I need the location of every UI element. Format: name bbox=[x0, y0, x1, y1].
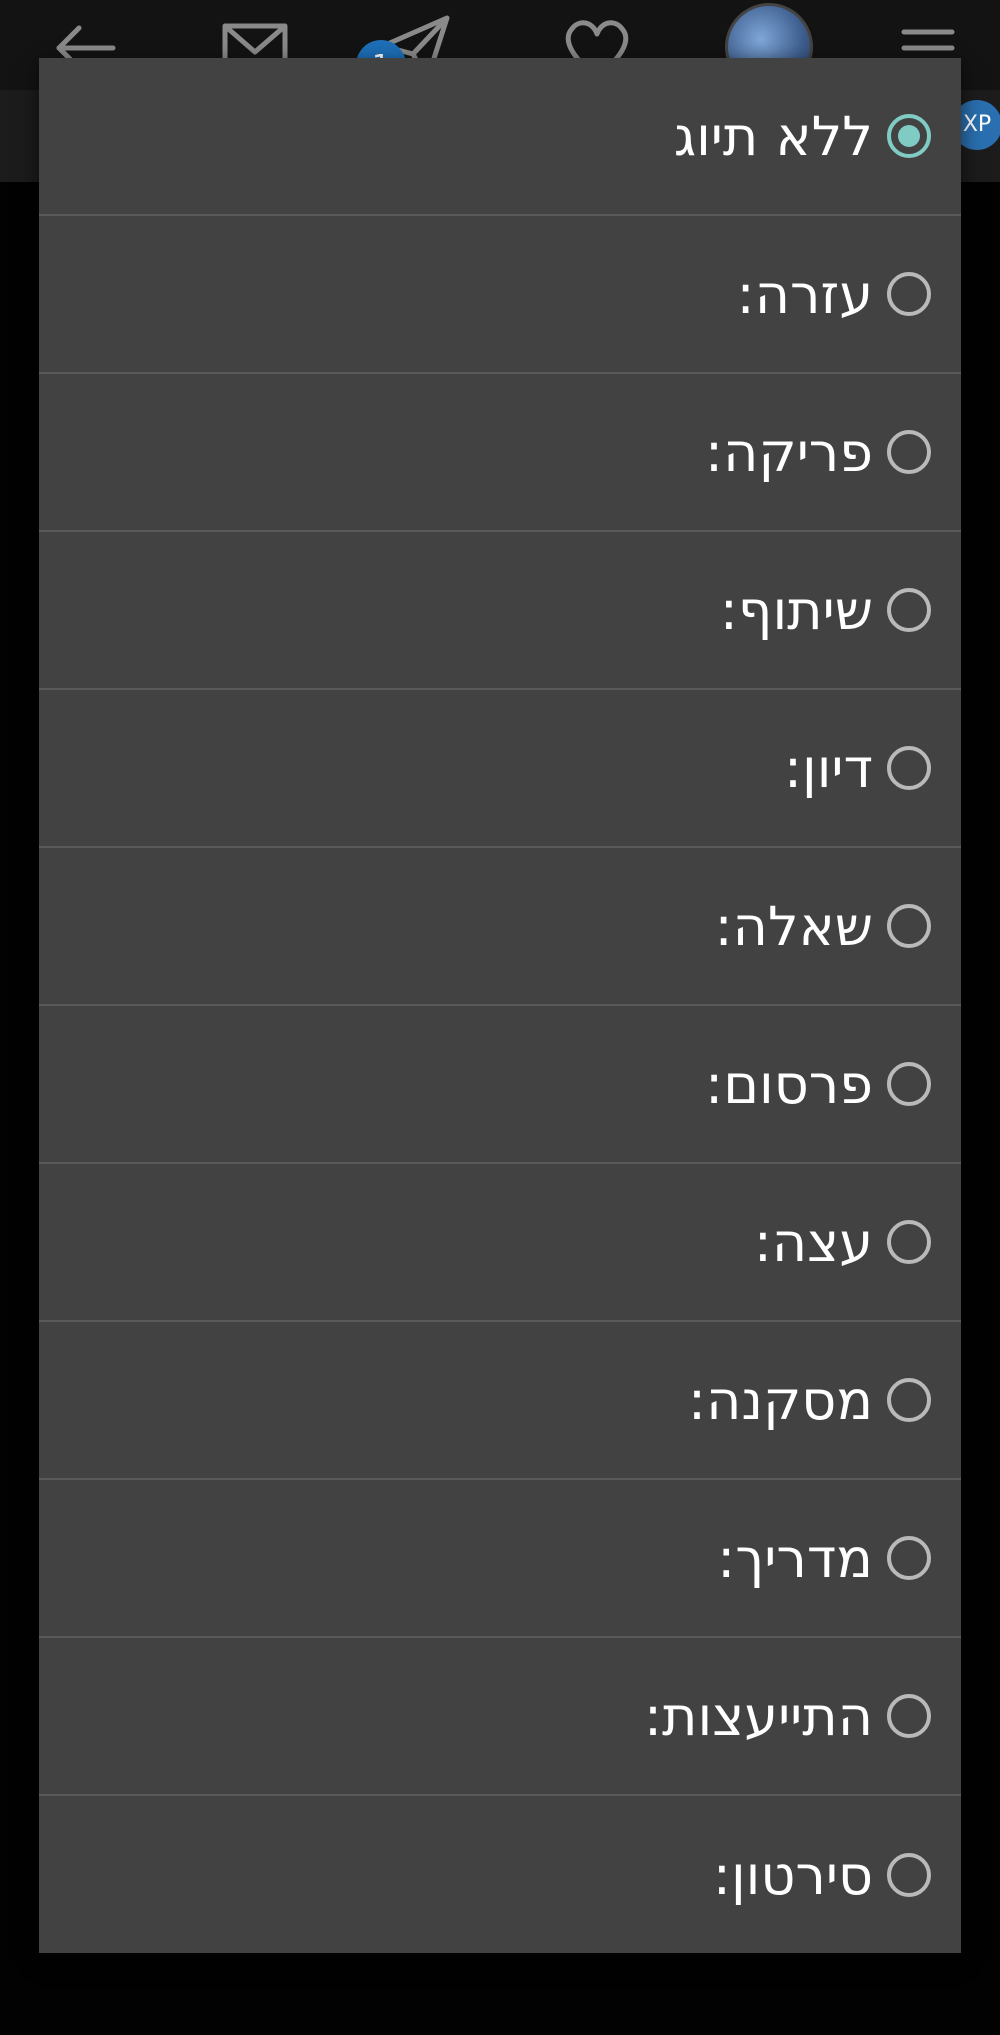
tag-option[interactable]: פרסום: bbox=[39, 1006, 961, 1164]
tag-option[interactable]: סירטון: bbox=[39, 1796, 961, 1954]
tag-option-label: ללא תיוג bbox=[673, 104, 873, 168]
tag-option-label: פרסום: bbox=[705, 1052, 873, 1116]
tag-option-label: שאלה: bbox=[714, 894, 873, 958]
tag-option-label: עצה: bbox=[753, 1210, 873, 1274]
tag-option[interactable]: שאלה: bbox=[39, 848, 961, 1006]
radio-button[interactable] bbox=[887, 114, 931, 158]
radio-button[interactable] bbox=[887, 272, 931, 316]
radio-button[interactable] bbox=[887, 1062, 931, 1106]
radio-button[interactable] bbox=[887, 746, 931, 790]
radio-button[interactable] bbox=[887, 1694, 931, 1738]
tag-option[interactable]: עצה: bbox=[39, 1164, 961, 1322]
radio-button[interactable] bbox=[887, 1220, 931, 1264]
tag-option[interactable]: ללא תיוג bbox=[39, 58, 961, 216]
tag-option-label: מדריך: bbox=[717, 1526, 873, 1590]
radio-button[interactable] bbox=[887, 904, 931, 948]
radio-button[interactable] bbox=[887, 1536, 931, 1580]
tag-option[interactable]: דיון: bbox=[39, 690, 961, 848]
tag-option[interactable]: עזרה: bbox=[39, 216, 961, 374]
tag-option-label: התייעצות: bbox=[643, 1684, 873, 1748]
radio-button[interactable] bbox=[887, 1378, 931, 1422]
tag-option[interactable]: פריקה: bbox=[39, 374, 961, 532]
tag-option[interactable]: מדריך: bbox=[39, 1480, 961, 1638]
tag-option-label: שיתוף: bbox=[719, 578, 873, 642]
tag-option[interactable]: מסקנה: bbox=[39, 1322, 961, 1480]
tag-selection-dialog: ללא תיוג עזרה: פריקה: שיתוף: דיון: שאלה:… bbox=[39, 58, 961, 1953]
tag-option-label: עזרה: bbox=[736, 262, 873, 326]
tag-option[interactable]: התייעצות: bbox=[39, 1638, 961, 1796]
tag-option[interactable]: שיתוף: bbox=[39, 532, 961, 690]
radio-button[interactable] bbox=[887, 1853, 931, 1897]
tag-option-label: סירטון: bbox=[712, 1843, 873, 1907]
tag-option-label: מסקנה: bbox=[687, 1368, 873, 1432]
radio-button[interactable] bbox=[887, 588, 931, 632]
tag-option-label: דיון: bbox=[783, 736, 873, 800]
radio-button[interactable] bbox=[887, 430, 931, 474]
tag-option-label: פריקה: bbox=[704, 420, 873, 484]
